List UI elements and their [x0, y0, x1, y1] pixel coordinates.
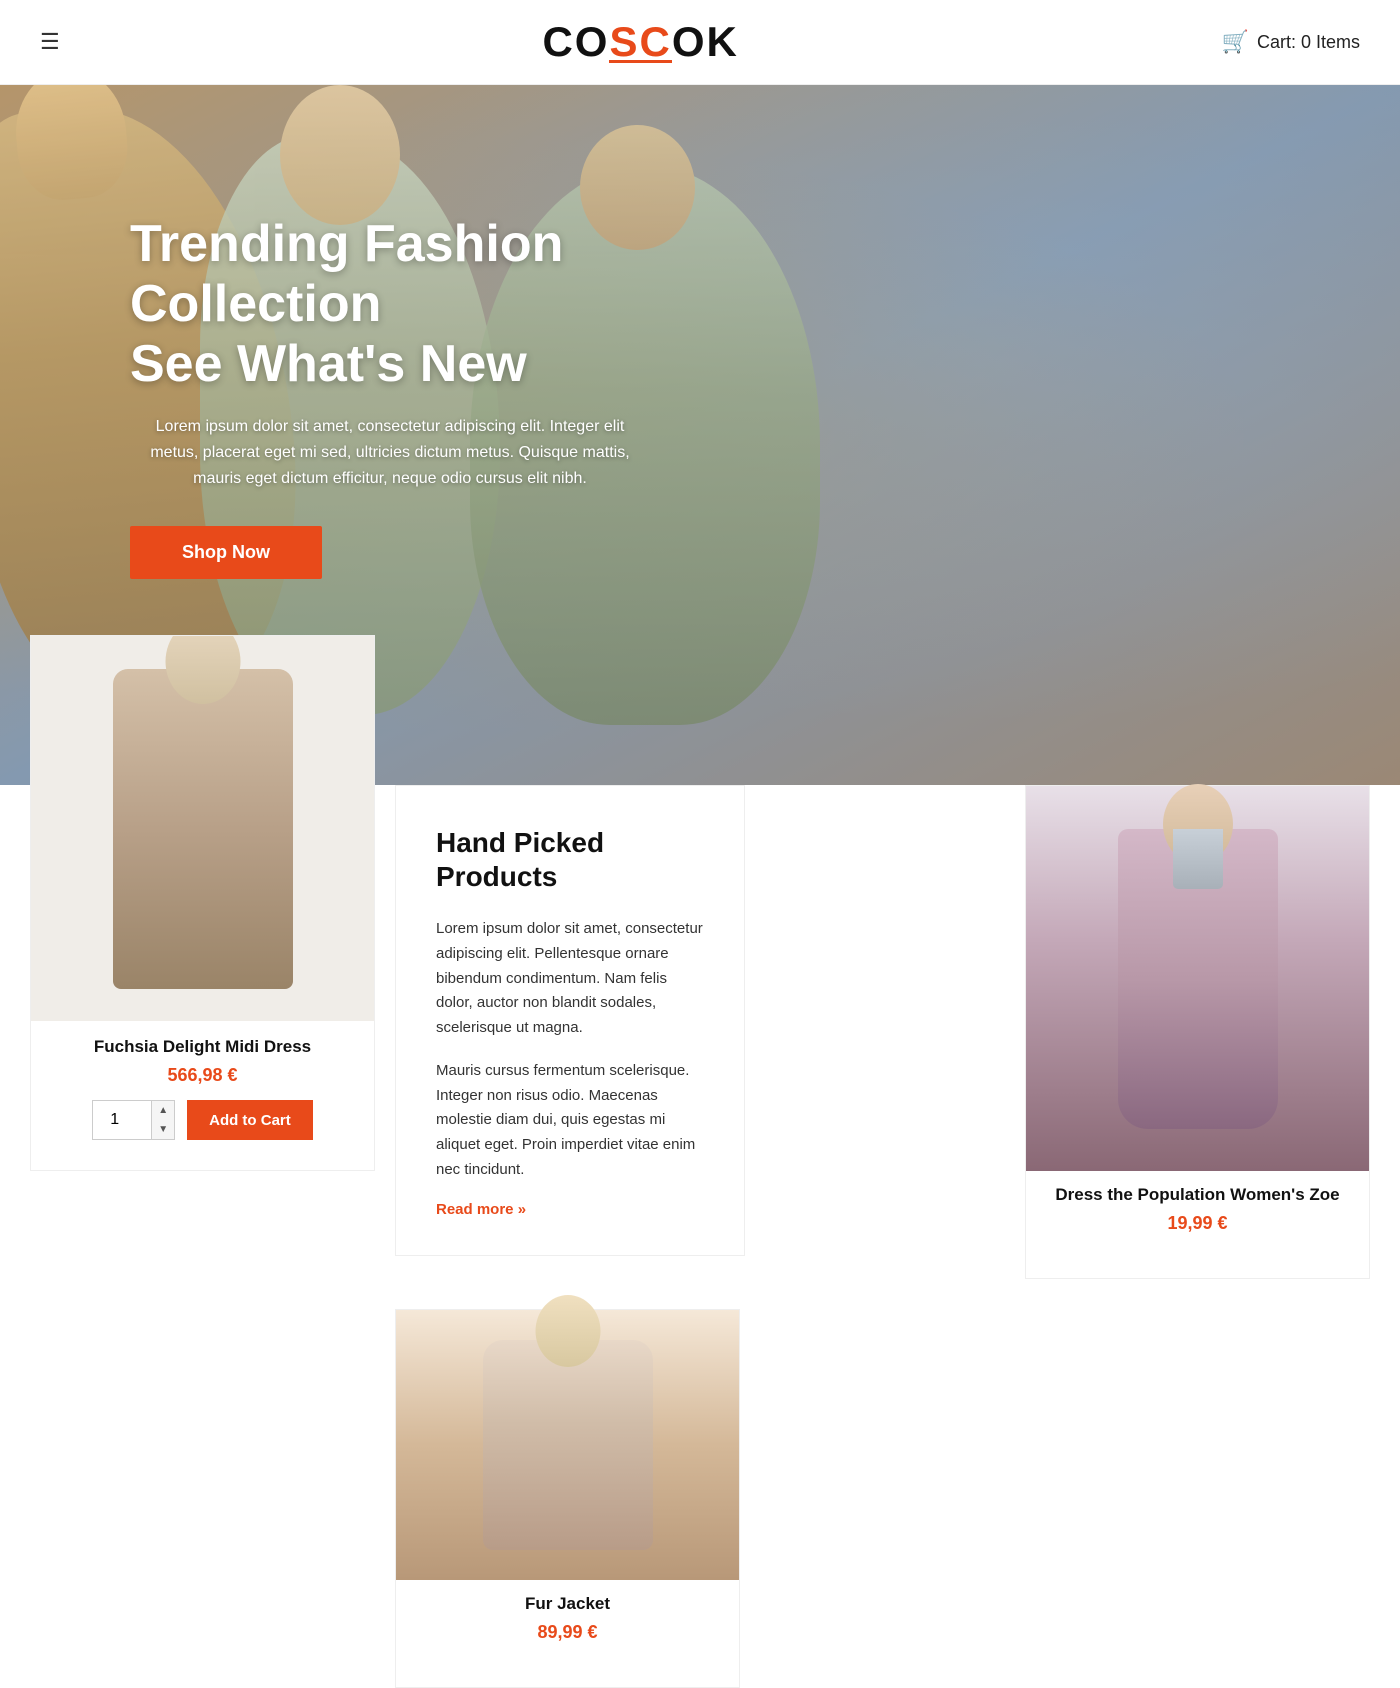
product-2-image [1026, 786, 1369, 1171]
product-card-2: Dress the Population Women's Zoe 19,99 € [1025, 785, 1370, 1279]
product-3-image [396, 1310, 739, 1580]
coat-figure [113, 669, 293, 989]
logo-part2: OK [672, 18, 739, 65]
middle-section: Fuchsia Delight Midi Dress 566,98 € ▲ ▼ … [0, 635, 1400, 1279]
hero-content: Trending Fashion Collection See What's N… [130, 215, 650, 579]
add-to-cart-button-1[interactable]: Add to Cart [187, 1100, 313, 1140]
qty-up-button[interactable]: ▲ [152, 1101, 174, 1120]
cart[interactable]: 🛒 Cart: 0 Items [1222, 29, 1360, 55]
logo[interactable]: COSCOK [542, 18, 738, 66]
hero-title: Trending Fashion Collection See What's N… [130, 215, 650, 394]
product-1-price: 566,98 € [51, 1065, 354, 1086]
product-3-price: 89,99 € [416, 1622, 719, 1643]
model-2-head [280, 85, 400, 225]
shop-now-button[interactable]: Shop Now [130, 526, 322, 579]
product-3-info: Fur Jacket 89,99 € [396, 1580, 739, 1667]
product-1-actions: ▲ ▼ Add to Cart [51, 1100, 354, 1140]
fur-figure [483, 1340, 653, 1550]
product-2-info: Dress the Population Women's Zoe 19,99 € [1026, 1171, 1369, 1258]
cart-icon: 🛒 [1222, 29, 1249, 55]
quantity-stepper-1[interactable]: ▲ ▼ [151, 1100, 175, 1140]
menu-icon[interactable]: ☰ [40, 29, 60, 55]
info-card: Hand Picked Products Lorem ipsum dolor s… [395, 785, 745, 1256]
product-2-price: 19,99 € [1046, 1213, 1349, 1234]
product-1-image [31, 636, 374, 1021]
info-card-text-2: Mauris cursus fermentum scelerisque. Int… [436, 1059, 704, 1183]
dress-figure [1118, 829, 1278, 1129]
product-card-3: Fur Jacket 89,99 € [395, 1309, 740, 1688]
hero-description: Lorem ipsum dolor sit amet, consectetur … [130, 414, 650, 491]
read-more-link[interactable]: Read more » [436, 1201, 526, 1218]
info-card-title: Hand Picked Products [436, 826, 704, 893]
quantity-input-1[interactable] [92, 1100, 152, 1140]
header: ☰ COSCOK 🛒 Cart: 0 Items [0, 0, 1400, 85]
bottom-section: Fur Jacket 89,99 € [0, 1279, 1400, 1688]
product-3-name: Fur Jacket [416, 1594, 719, 1614]
logo-part1: CO [542, 18, 609, 65]
qty-down-button[interactable]: ▼ [152, 1120, 174, 1139]
model-1-head [11, 85, 132, 204]
logo-highlight: SC [609, 18, 671, 65]
product-1-info: Fuchsia Delight Midi Dress 566,98 € ▲ ▼ … [31, 1021, 374, 1150]
product-1-name: Fuchsia Delight Midi Dress [51, 1037, 354, 1057]
product-card-1: Fuchsia Delight Midi Dress 566,98 € ▲ ▼ … [30, 635, 375, 1171]
info-card-text-1: Lorem ipsum dolor sit amet, consectetur … [436, 917, 704, 1041]
cart-label: Cart: 0 Items [1257, 32, 1360, 53]
product-2-name: Dress the Population Women's Zoe [1046, 1185, 1349, 1205]
